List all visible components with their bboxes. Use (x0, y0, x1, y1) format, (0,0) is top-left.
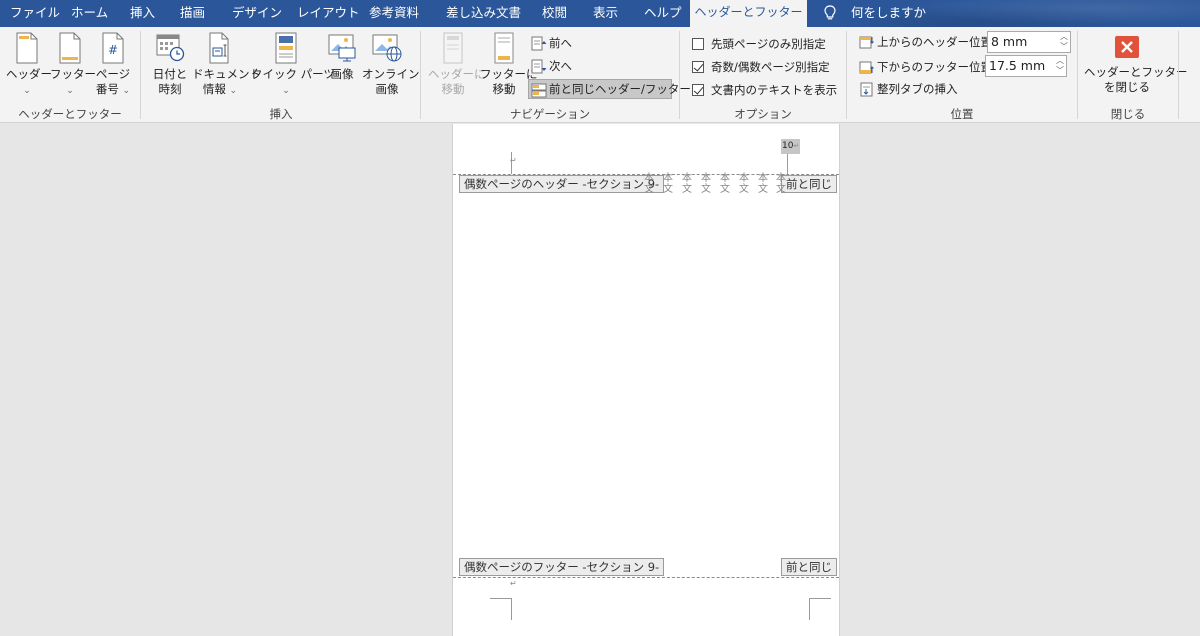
insert-alignment-tab-button[interactable]: 整列タブの挿入 (857, 79, 958, 99)
footer-section-tag: 偶数ページのフッター -セクション 9- (459, 558, 665, 576)
online-image-button[interactable]: オンライン 画像 (362, 32, 420, 97)
paragraph-mark: ↵ (510, 156, 517, 165)
tab-header-footer[interactable]: ヘッダーとフッター (690, 0, 807, 27)
next-button[interactable]: 次へ (529, 56, 572, 76)
previous-section-icon (531, 36, 547, 51)
footer-position-label: 下からのフッター位置: (857, 57, 996, 77)
goto-header-button[interactable]: ヘッダーに 移動 (428, 32, 486, 97)
group-label-close: 閉じる (1110, 107, 1146, 121)
alignment-tab-icon (860, 82, 873, 97)
footer-same-as-previous-tag: 前と同じ (781, 558, 837, 576)
footer-position-spinner[interactable]: 17.5 mm ︿ ﹀ (985, 55, 1067, 77)
footer-position-icon (859, 61, 874, 74)
link-to-previous-button[interactable]: 前と同じヘッダー/フッター (528, 79, 691, 99)
group-label-navigation: ナビゲーション (509, 107, 591, 121)
document-info-icon (209, 32, 229, 64)
group-label-header-footer: ヘッダーとフッター (18, 107, 122, 121)
crop-mark (787, 152, 809, 174)
header-position-icon (859, 36, 874, 49)
document-canvas: ↵ 10↵ 偶数ページのヘッダー -セクション 9- 前と同じ 本文 本文 本文… (0, 124, 1200, 636)
body-text-glyph: 本文 (720, 173, 730, 195)
checkbox-checked (692, 61, 704, 73)
footer-button[interactable]: フッター ⌄ (50, 32, 96, 99)
lightbulb-icon (824, 5, 836, 20)
footer-boundary-line (453, 577, 839, 578)
header-same-as-previous-tag: 前と同じ (781, 175, 837, 193)
first-page-different-checkbox[interactable]: 先頭ページのみ別指定 (692, 35, 826, 53)
page-number-field[interactable]: 10↵ (781, 139, 801, 154)
insert-image-button[interactable]: 画像 (324, 32, 360, 82)
tab-insert[interactable]: 挿入 (130, 0, 155, 27)
previous-button[interactable]: 前へ (529, 33, 572, 53)
tab-mailings[interactable]: 差し込み文書 (446, 0, 521, 27)
calendar-clock-icon (156, 34, 185, 62)
tab-design[interactable]: デザイン (232, 0, 282, 27)
group-separator (140, 31, 141, 119)
date-time-button[interactable]: 日付と 時刻 (150, 32, 190, 97)
header-section-tag: 偶数ページのヘッダー -セクション 9- (459, 175, 665, 193)
header-position-label: 上からのヘッダー位置: (857, 32, 996, 52)
quick-parts-button[interactable]: クイック パーツ ⌄ (251, 32, 335, 99)
close-icon (1115, 36, 1139, 58)
goto-footer-icon (494, 32, 514, 64)
group-label-options: オプション (734, 107, 792, 121)
tab-layout[interactable]: レイアウト (297, 0, 360, 27)
page-number-icon: # (102, 32, 124, 64)
crop-mark (490, 152, 512, 174)
ribbon: ヘッダー ⌄ フッター ⌄ # ページ 番号 ⌄ ヘッダーとフッター 日付と 時刻 (0, 27, 1200, 123)
online-image-icon (372, 34, 402, 62)
footer-icon (59, 32, 81, 64)
body-text-glyph: 本文 (663, 173, 673, 195)
goto-footer-button[interactable]: フッターに 移動 (480, 32, 538, 97)
group-separator (1178, 31, 1179, 119)
odd-even-different-checkbox[interactable]: 奇数/偶数ページ別指定 (692, 58, 830, 76)
group-label-insert: 挿入 (269, 107, 293, 121)
body-text-glyph: 本文 (739, 173, 749, 195)
goto-header-icon (443, 32, 463, 64)
body-text-glyph: 本文 (776, 173, 786, 195)
ribbon-tab-bar: ファイル ホーム 挿入 描画 デザイン レイアウト 参考資料 差し込み文書 校閲… (0, 0, 1200, 27)
show-document-text-checkbox[interactable]: 文書内のテキストを表示 (692, 81, 837, 99)
tab-review[interactable]: 校閲 (542, 0, 567, 27)
body-text-glyph: 本文 (644, 173, 654, 195)
crop-mark (809, 598, 831, 620)
paragraph-mark: ↵ (510, 579, 517, 588)
tab-references[interactable]: 参考資料 (369, 0, 419, 27)
group-label-position: 位置 (950, 107, 974, 121)
page-number-button[interactable]: # ページ 番号 ⌄ (92, 32, 134, 99)
spinner-arrows[interactable]: ︿ ﹀ (1054, 56, 1066, 76)
header-icon (16, 32, 38, 64)
tab-file[interactable]: ファイル (10, 0, 60, 27)
crop-mark (490, 598, 512, 620)
body-text-glyph: 本文 (758, 173, 768, 195)
body-text-glyph: 本文 (701, 173, 711, 195)
tab-view[interactable]: 表示 (593, 0, 618, 27)
header-position-spinner[interactable]: 8 mm ︿ ﹀ (987, 31, 1071, 53)
image-icon (328, 34, 356, 62)
document-info-button[interactable]: ドキュメント 情報 ⌄ (192, 32, 261, 99)
next-section-icon (531, 59, 547, 74)
header-button[interactable]: ヘッダー ⌄ (6, 32, 52, 99)
checkbox-checked (692, 84, 704, 96)
quick-parts-icon (275, 32, 297, 64)
spinner-arrows[interactable]: ︿ ﹀ (1058, 32, 1070, 52)
body-text-glyph: 本文 (682, 173, 692, 195)
svg-text:#: # (108, 43, 118, 57)
document-page[interactable]: ↵ 10↵ 偶数ページのヘッダー -セクション 9- 前と同じ 本文 本文 本文… (452, 124, 840, 636)
tab-draw[interactable]: 描画 (180, 0, 205, 27)
tab-home[interactable]: ホーム (71, 0, 108, 27)
checkbox-unchecked (692, 38, 704, 50)
tab-help[interactable]: ヘルプ (644, 0, 682, 27)
tell-me-label: 何をしますか (851, 5, 927, 20)
close-header-footer-button[interactable]: ヘッダーとフッター を閉じる (1084, 32, 1188, 95)
link-to-previous-icon (531, 83, 547, 98)
